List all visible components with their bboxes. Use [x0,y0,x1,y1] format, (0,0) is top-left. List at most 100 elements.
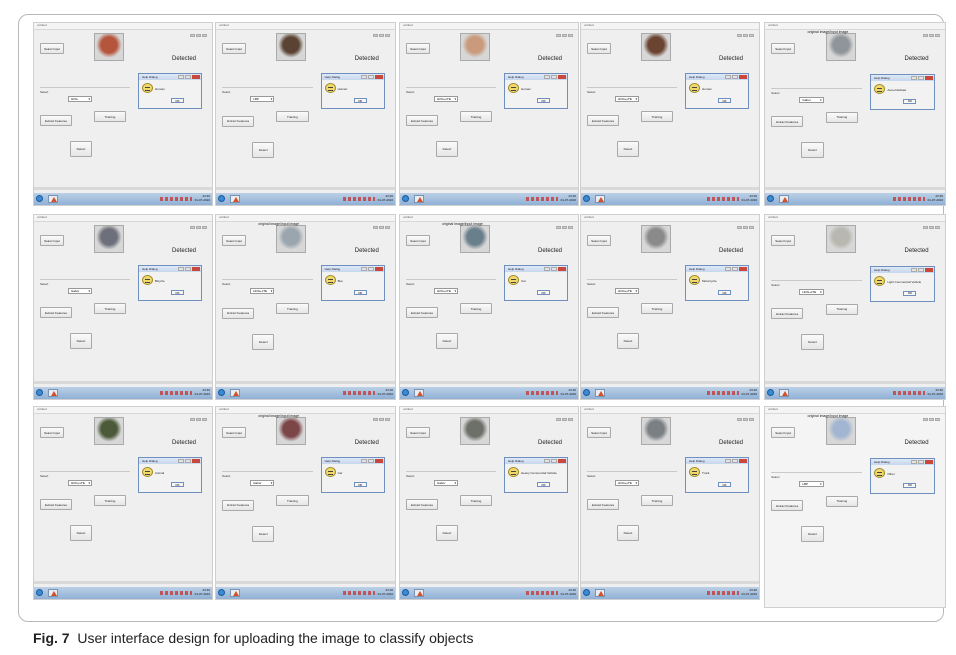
ok-button[interactable]: OK [903,290,917,296]
detect-button[interactable]: Detect [70,141,92,157]
extract-features-button[interactable]: Extract Features [406,307,438,318]
extract-features-button[interactable]: Extract Features [587,307,619,318]
start-icon[interactable] [767,195,774,202]
ok-button[interactable]: OK [718,290,731,295]
maximize-icon[interactable] [360,75,367,80]
select-input-button[interactable]: Select Input [406,235,430,246]
matlab-icon[interactable] [230,389,240,397]
feature-method-dropdown[interactable]: HOG ▾ [68,96,92,102]
feature-method-dropdown[interactable]: HOG+LTE ▾ [434,96,458,102]
maximize-icon[interactable] [360,267,367,272]
maximize-icon[interactable] [178,267,184,271]
training-button[interactable]: Training [641,495,673,506]
scrollbar[interactable] [765,381,945,384]
maximize-icon[interactable] [544,75,550,79]
extract-features-button[interactable]: Extract Features [40,499,72,510]
minimize-icon[interactable] [732,75,738,79]
minimize-icon[interactable] [185,75,191,79]
select-input-button[interactable]: Select Input [40,235,64,246]
detect-button[interactable]: Detect [252,525,275,542]
start-icon[interactable] [402,389,409,396]
window-controls[interactable] [189,216,209,229]
window-controls[interactable] [189,408,209,421]
window-controls[interactable] [555,24,575,37]
training-button[interactable]: Training [460,495,492,506]
matlab-icon[interactable] [414,589,424,597]
scrollbar[interactable] [400,381,578,384]
scrollbar[interactable] [581,187,759,190]
select-input-button[interactable]: Select Input [406,427,430,438]
ok-button[interactable]: OK [171,482,184,487]
extract-features-button[interactable]: Extract Features [587,499,619,510]
minimize-icon[interactable] [732,267,738,271]
matlab-icon[interactable] [595,589,605,597]
minimize-icon[interactable] [917,267,924,272]
window-controls[interactable] [555,408,575,421]
start-icon[interactable] [218,389,225,396]
window-controls[interactable] [372,408,392,421]
feature-method-dropdown[interactable]: LBP ▾ [799,480,824,487]
maximize-icon[interactable] [725,459,731,463]
extract-features-button[interactable]: Extract Features [587,115,619,126]
ok-button[interactable]: OK [903,98,917,104]
scrollbar[interactable] [216,581,395,584]
feature-method-dropdown[interactable]: HOG+LTE ▾ [799,288,824,295]
scrollbar[interactable] [216,187,395,190]
matlab-icon[interactable] [230,195,240,203]
ok-button[interactable]: OK [903,482,917,488]
ok-button[interactable]: OK [353,482,367,488]
matlab-icon[interactable] [48,589,58,597]
window-controls[interactable] [736,24,756,37]
detect-button[interactable]: Detect [436,141,458,157]
minimize-icon[interactable] [185,267,191,271]
window-controls[interactable] [922,216,942,229]
training-button[interactable]: Training [94,111,126,122]
close-icon[interactable] [192,459,200,463]
maximize-icon[interactable] [910,75,917,80]
training-button[interactable]: Training [276,111,309,123]
scrollbar[interactable] [34,381,212,384]
matlab-icon[interactable] [595,389,605,397]
start-icon[interactable] [36,195,43,202]
extract-features-button[interactable]: Extract Features [406,115,438,126]
close-icon[interactable] [558,459,566,463]
maximize-icon[interactable] [178,75,184,79]
matlab-icon[interactable] [230,589,240,597]
maximize-icon[interactable] [725,267,731,271]
extract-features-button[interactable]: Extract Features [771,500,804,512]
scrollbar[interactable] [400,187,578,190]
close-icon[interactable] [924,459,933,464]
scrollbar[interactable] [765,187,945,190]
extract-features-button[interactable]: Extract Features [406,499,438,510]
minimize-icon[interactable] [367,75,374,80]
maximize-icon[interactable] [910,267,917,272]
detect-button[interactable]: Detect [436,525,458,541]
detect-button[interactable]: Detect [70,333,92,349]
detect-button[interactable]: Detect [70,525,92,541]
select-input-button[interactable]: Select Input [222,427,247,439]
select-input-button[interactable]: Select Input [406,43,430,54]
start-icon[interactable] [402,195,409,202]
start-icon[interactable] [767,389,774,396]
feature-method-dropdown[interactable]: HOG+LTE ▾ [68,480,92,486]
training-button[interactable]: Training [825,303,858,315]
minimize-icon[interactable] [732,459,738,463]
select-input-button[interactable]: Select Input [222,43,247,55]
detect-button[interactable]: Detect [252,141,275,158]
feature-method-dropdown[interactable]: LBP ▾ [250,96,275,103]
select-input-button[interactable]: Select Input [771,427,796,439]
extract-features-button[interactable]: Extract Features [222,115,255,127]
matlab-icon[interactable] [595,195,605,203]
close-icon[interactable] [739,459,747,463]
training-button[interactable]: Training [460,303,492,314]
detect-button[interactable]: Detect [801,526,824,543]
window-controls[interactable] [736,216,756,229]
maximize-icon[interactable] [725,75,731,79]
select-input-button[interactable]: Select Input [587,43,611,54]
training-button[interactable]: Training [276,495,309,507]
training-button[interactable]: Training [460,111,492,122]
start-icon[interactable] [36,389,43,396]
minimize-icon[interactable] [917,75,924,80]
extract-features-button[interactable]: Extract Features [40,307,72,318]
minimize-icon[interactable] [367,267,374,272]
